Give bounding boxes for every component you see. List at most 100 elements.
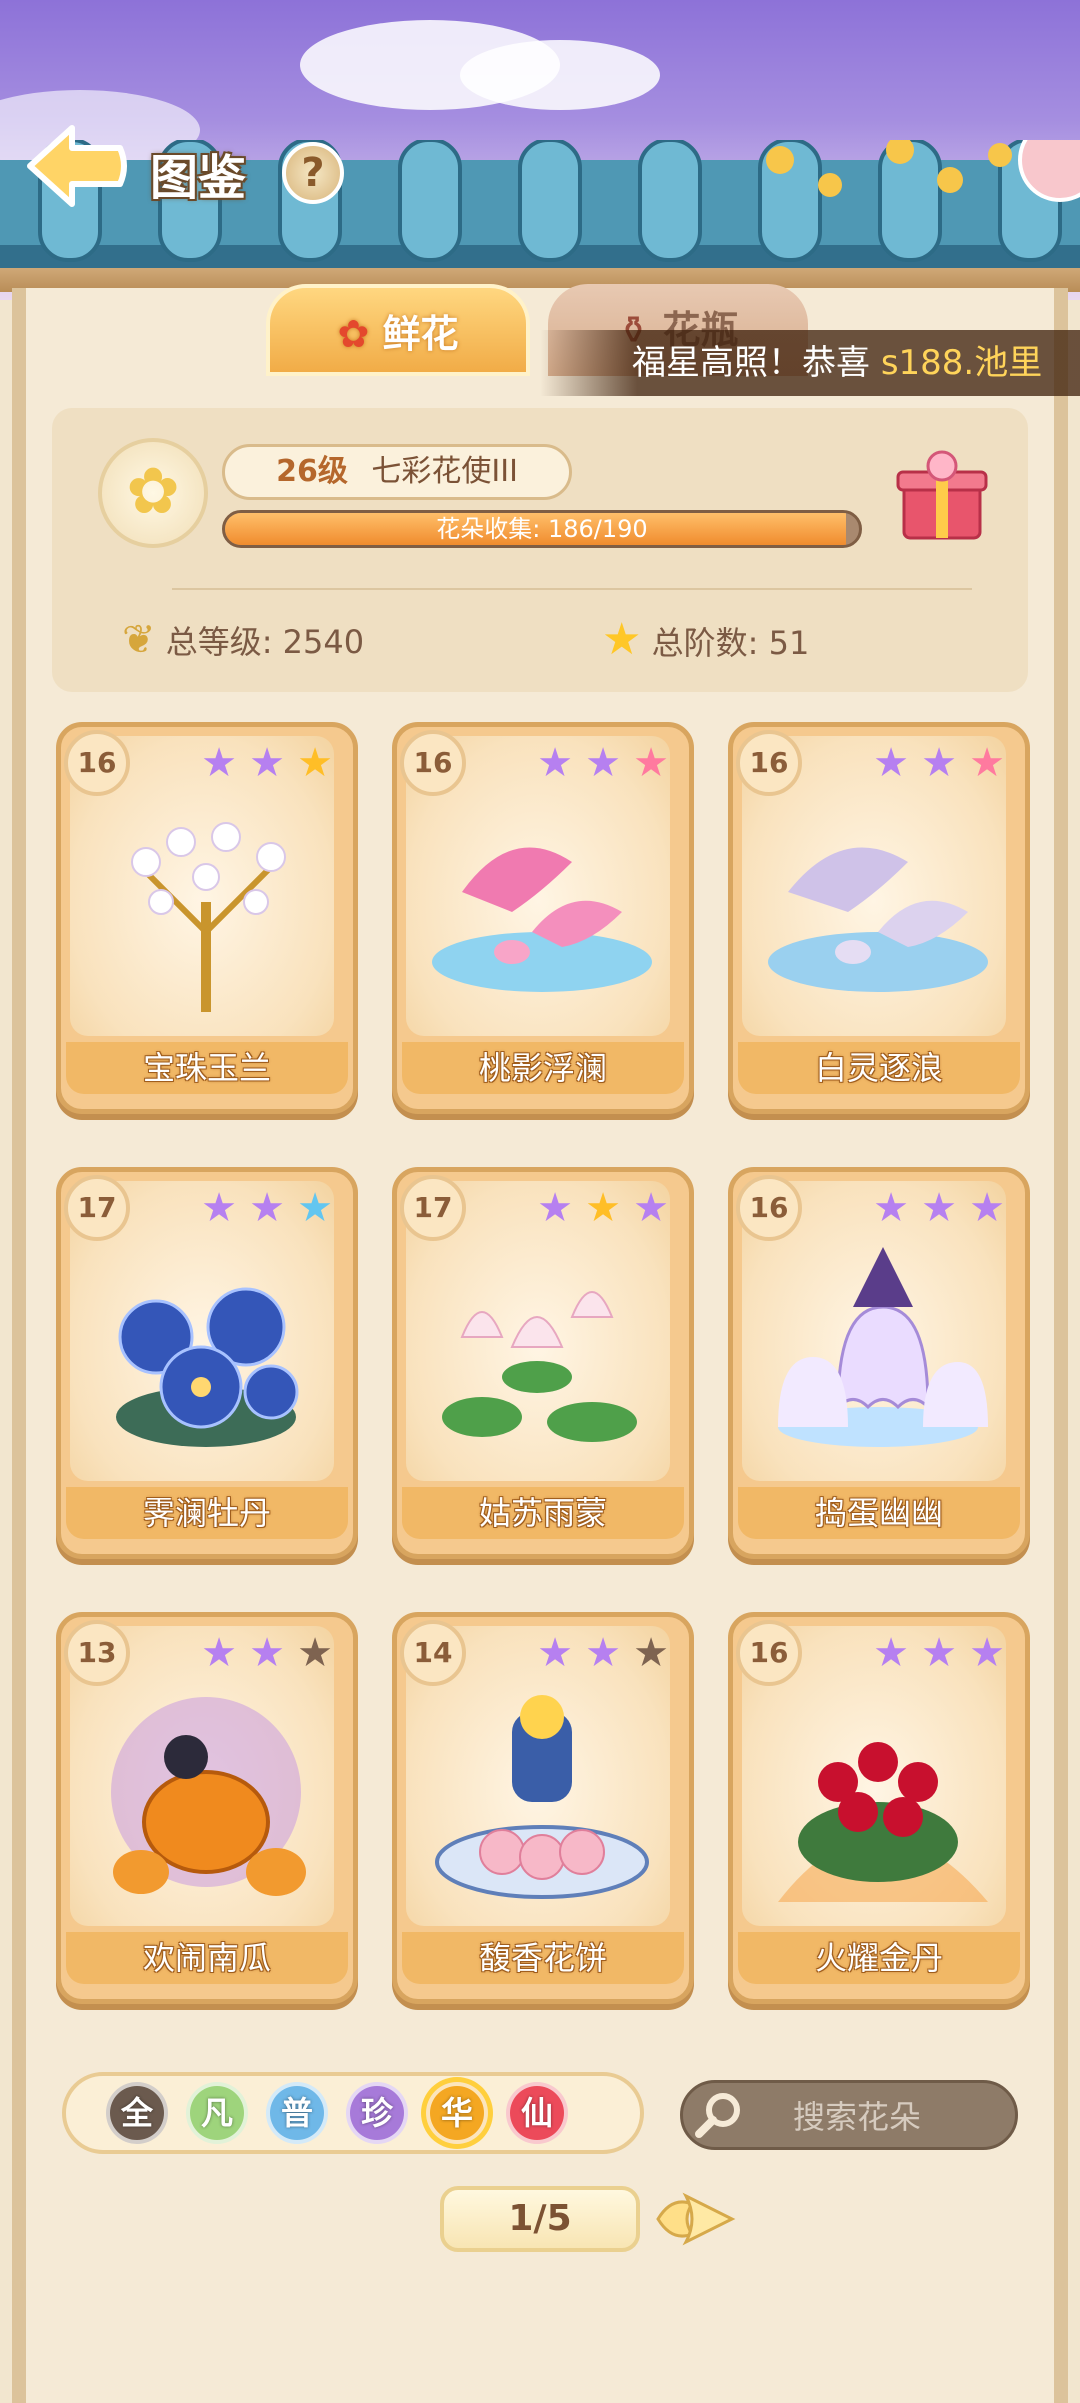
card-name: 宝珠玉兰 (66, 1042, 348, 1094)
rarity-filter-button[interactable]: 华 (426, 2082, 488, 2144)
rarity-star-icon: ★ (633, 1185, 669, 1231)
total-stars-stat: ★ 总阶数: 51 (602, 612, 809, 671)
flower-card[interactable]: 16 ★ ★ ★ 桃影浮澜 (392, 722, 694, 1114)
rarity-filter-button[interactable]: 凡 (186, 2082, 248, 2144)
flower-art-icon (111, 1697, 306, 1896)
rarity-filter-button[interactable]: 普 (266, 2082, 328, 2144)
collection-info-panel: ✿ 26级 七彩花使III 花朵收集: 186/190 ❦ 总等级: 2540 … (52, 408, 1028, 692)
card-level: 13 (64, 1620, 130, 1686)
gift-box-icon[interactable] (892, 444, 992, 544)
rarity-star-icon: ★ (249, 1185, 285, 1231)
card-name: 桃影浮澜 (402, 1042, 684, 1094)
rarity-filter-button[interactable]: 全 (106, 2082, 168, 2144)
rarity-filter-button[interactable]: 仙 (506, 2082, 568, 2144)
marquee-message: 福星高照！恭喜 (632, 343, 870, 383)
card-name: 馥香花饼 (402, 1932, 684, 1984)
flower-card[interactable]: 16 ★ ★ ★ 宝珠玉兰 (56, 722, 358, 1114)
rarity-star-icon: ★ (537, 1185, 573, 1231)
rank-title: 七彩花使III (371, 454, 518, 489)
back-arrow-icon[interactable] (20, 118, 130, 214)
card-name: 捣蛋幽幽 (738, 1487, 1020, 1539)
flower-art-icon (768, 847, 988, 992)
flower-card[interactable]: 16 ★ ★ ★ 火耀金丹 (728, 1612, 1030, 2004)
next-page-arrow-icon[interactable] (652, 2186, 738, 2252)
rarity-star-icon: ★ (969, 1185, 1005, 1231)
total-level-stat: ❦ 总等级: 2540 (122, 612, 364, 670)
star-rating: ★ ★ ★ (870, 1632, 1008, 1676)
search-placeholder: 搜索花朵 (793, 2098, 922, 2136)
search-bar[interactable]: 搜索花朵 (680, 2080, 1018, 2150)
flower-art-icon (778, 1742, 988, 1902)
card-name: 霁澜牡丹 (66, 1487, 348, 1539)
flower-card[interactable]: 13 ★ ★ ★ 欢闹南瓜 (56, 1612, 358, 2004)
announcement-marquee: 福星高照！恭喜 s188.池里 (540, 330, 1080, 396)
star-rating: ★ ★ ★ (870, 1187, 1008, 1231)
card-level: 16 (64, 730, 130, 796)
star-icon: ★ (602, 614, 642, 665)
rarity-star-icon: ★ (921, 1185, 957, 1231)
card-level: 16 (736, 730, 802, 796)
star-rating: ★ ★ ★ (198, 742, 336, 786)
flower-art-icon (432, 847, 652, 992)
rarity-star-icon: ★ (249, 1630, 285, 1676)
flower-card[interactable]: 14 ★ ★ ★ 馥香花饼 (392, 1612, 694, 2004)
rarity-star-icon: ★ (585, 1630, 621, 1676)
sprout-icon: ❦ (122, 617, 156, 663)
marquee-player: s188.池里 (880, 343, 1043, 383)
rarity-star-icon: ★ (873, 740, 909, 786)
tab-label: 鲜花 (382, 312, 459, 356)
star-rating: ★ ★ ★ (198, 1187, 336, 1231)
rarity-star-icon: ★ (921, 740, 957, 786)
card-name: 姑苏雨蒙 (402, 1487, 684, 1539)
rarity-star-icon: ★ (873, 1630, 909, 1676)
flower-art-icon (116, 1287, 299, 1447)
rose-icon: ✿ (337, 312, 370, 356)
star-rating: ★ ★ ★ (198, 1632, 336, 1676)
star-rating: ★ ★ ★ (870, 742, 1008, 786)
divider (172, 588, 972, 590)
page-indicator: 1/5 (440, 2186, 640, 2252)
flower-art-icon (131, 822, 286, 1012)
card-name: 欢闹南瓜 (66, 1932, 348, 1984)
collection-label: 花朵收集: 186/190 (436, 515, 648, 543)
star-rating: ★ ★ ★ (534, 1187, 672, 1231)
rarity-star-icon: ★ (249, 740, 285, 786)
star-rating: ★ ★ ★ (534, 742, 672, 786)
card-name: 火耀金丹 (738, 1932, 1020, 1984)
flower-rank-icon: ✿ (98, 438, 208, 548)
total-stars: 总阶数: 51 (651, 624, 810, 662)
flower-card[interactable]: 16 ★ ★ ★ 白灵逐浪 (728, 722, 1030, 1114)
player-level: 26级 (276, 454, 348, 489)
rarity-star-icon: ★ (201, 1630, 237, 1676)
rarity-filter-button[interactable]: 珍 (346, 2082, 408, 2144)
rarity-star-icon: ★ (537, 740, 573, 786)
card-level: 17 (64, 1175, 130, 1241)
help-icon[interactable]: ? (282, 142, 344, 204)
flower-card[interactable]: 17 ★ ★ ★ 霁澜牡丹 (56, 1167, 358, 1559)
card-level: 16 (400, 730, 466, 796)
rarity-star-icon: ★ (201, 740, 237, 786)
search-icon (695, 2093, 740, 2138)
page-title: 图鉴 (150, 150, 247, 206)
cloud (460, 40, 660, 110)
flower-card[interactable]: 17 ★ ★ ★ 姑苏雨蒙 (392, 1167, 694, 1559)
rarity-star-icon: ★ (537, 1630, 573, 1676)
rarity-star-icon: ★ (969, 1630, 1005, 1676)
rarity-star-icon: ★ (969, 740, 1005, 786)
total-level: 总等级: 2540 (165, 623, 365, 661)
collection-progress-bar: 花朵收集: 186/190 (222, 510, 862, 548)
star-rating: ★ ★ ★ (534, 1632, 672, 1676)
card-level: 14 (400, 1620, 466, 1686)
rank-pill: 26级 七彩花使III (222, 444, 572, 500)
rarity-star-icon: ★ (633, 740, 669, 786)
rarity-star-icon: ★ (297, 1630, 333, 1676)
card-name: 白灵逐浪 (738, 1042, 1020, 1094)
rarity-star-icon: ★ (201, 1185, 237, 1231)
tab-flowers[interactable]: ✿ 鲜花 (266, 284, 530, 376)
flower-card[interactable]: 16 ★ ★ ★ 捣蛋幽幽 (728, 1167, 1030, 1559)
rarity-filter-bar: 全凡普珍华仙 (62, 2072, 644, 2154)
rarity-star-icon: ★ (585, 740, 621, 786)
rarity-star-icon: ★ (585, 1185, 621, 1231)
card-level: 17 (400, 1175, 466, 1241)
card-level: 16 (736, 1620, 802, 1686)
